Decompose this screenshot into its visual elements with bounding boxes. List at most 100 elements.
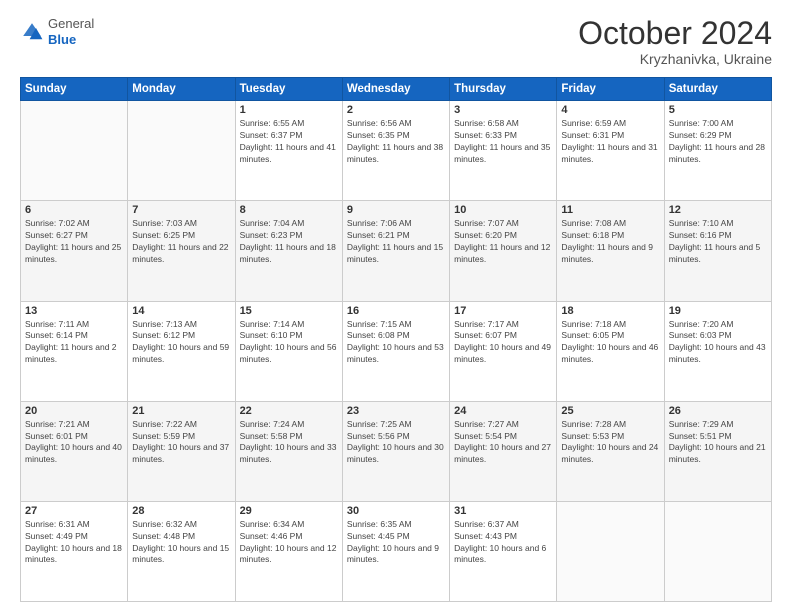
table-row: 20 Sunrise: 7:21 AM Sunset: 6:01 PM Dayli… bbox=[21, 401, 128, 501]
table-row: 26 Sunrise: 7:29 AM Sunset: 5:51 PM Dayli… bbox=[664, 401, 771, 501]
table-row: 22 Sunrise: 7:24 AM Sunset: 5:58 PM Dayli… bbox=[235, 401, 342, 501]
day-info: Sunrise: 6:32 AM Sunset: 4:48 PM Dayligh… bbox=[132, 519, 230, 567]
location: Kryzhanivka, Ukraine bbox=[578, 51, 772, 67]
day-number: 25 bbox=[561, 405, 659, 417]
day-number: 27 bbox=[25, 505, 123, 517]
day-info: Sunrise: 7:29 AM Sunset: 5:51 PM Dayligh… bbox=[669, 419, 767, 467]
table-row: 23 Sunrise: 7:25 AM Sunset: 5:56 PM Dayli… bbox=[342, 401, 449, 501]
day-info: Sunrise: 7:21 AM Sunset: 6:01 PM Dayligh… bbox=[25, 419, 123, 467]
table-row: 16 Sunrise: 7:15 AM Sunset: 6:08 PM Dayli… bbox=[342, 301, 449, 401]
calendar-header-row: Sunday Monday Tuesday Wednesday Thursday… bbox=[21, 78, 772, 101]
day-number: 6 bbox=[25, 204, 123, 216]
day-info: Sunrise: 7:03 AM Sunset: 6:25 PM Dayligh… bbox=[132, 218, 230, 266]
day-number: 15 bbox=[240, 305, 338, 317]
day-info: Sunrise: 7:06 AM Sunset: 6:21 PM Dayligh… bbox=[347, 218, 445, 266]
day-number: 23 bbox=[347, 405, 445, 417]
day-info: Sunrise: 6:31 AM Sunset: 4:49 PM Dayligh… bbox=[25, 519, 123, 567]
col-sunday: Sunday bbox=[21, 78, 128, 101]
calendar-week-row: 6 Sunrise: 7:02 AM Sunset: 6:27 PM Daylig… bbox=[21, 201, 772, 301]
calendar-table: Sunday Monday Tuesday Wednesday Thursday… bbox=[20, 77, 772, 602]
day-info: Sunrise: 7:14 AM Sunset: 6:10 PM Dayligh… bbox=[240, 319, 338, 367]
day-info: Sunrise: 6:37 AM Sunset: 4:43 PM Dayligh… bbox=[454, 519, 552, 567]
day-number: 28 bbox=[132, 505, 230, 517]
day-number: 30 bbox=[347, 505, 445, 517]
day-number: 22 bbox=[240, 405, 338, 417]
table-row: 8 Sunrise: 7:04 AM Sunset: 6:23 PM Daylig… bbox=[235, 201, 342, 301]
table-row: 21 Sunrise: 7:22 AM Sunset: 5:59 PM Dayli… bbox=[128, 401, 235, 501]
day-number: 4 bbox=[561, 104, 659, 116]
table-row: 4Sunrise: 6:59 AM Sunset: 6:31 PM Daylig… bbox=[557, 101, 664, 201]
day-info: Sunrise: 7:24 AM Sunset: 5:58 PM Dayligh… bbox=[240, 419, 338, 467]
day-number: 8 bbox=[240, 204, 338, 216]
col-thursday: Thursday bbox=[450, 78, 557, 101]
day-info: Sunrise: 7:07 AM Sunset: 6:20 PM Dayligh… bbox=[454, 218, 552, 266]
logo-blue: Blue bbox=[48, 32, 94, 48]
logo-text: General Blue bbox=[48, 16, 94, 47]
calendar-week-row: 13Sunrise: 7:11 AM Sunset: 6:14 PM Dayli… bbox=[21, 301, 772, 401]
table-row: 29Sunrise: 6:34 AM Sunset: 4:46 PM Dayli… bbox=[235, 501, 342, 601]
table-row: 30Sunrise: 6:35 AM Sunset: 4:45 PM Dayli… bbox=[342, 501, 449, 601]
day-info: Sunrise: 7:22 AM Sunset: 5:59 PM Dayligh… bbox=[132, 419, 230, 467]
day-number: 11 bbox=[561, 204, 659, 216]
day-info: Sunrise: 7:25 AM Sunset: 5:56 PM Dayligh… bbox=[347, 419, 445, 467]
day-number: 24 bbox=[454, 405, 552, 417]
logo-icon bbox=[20, 20, 44, 44]
day-number: 21 bbox=[132, 405, 230, 417]
day-info: Sunrise: 7:18 AM Sunset: 6:05 PM Dayligh… bbox=[561, 319, 659, 367]
day-number: 5 bbox=[669, 104, 767, 116]
day-number: 19 bbox=[669, 305, 767, 317]
col-saturday: Saturday bbox=[664, 78, 771, 101]
month-title: October 2024 bbox=[578, 16, 772, 51]
day-number: 17 bbox=[454, 305, 552, 317]
day-number: 16 bbox=[347, 305, 445, 317]
day-info: Sunrise: 7:27 AM Sunset: 5:54 PM Dayligh… bbox=[454, 419, 552, 467]
table-row: 2Sunrise: 6:56 AM Sunset: 6:35 PM Daylig… bbox=[342, 101, 449, 201]
table-row: 31 Sunrise: 6:37 AM Sunset: 4:43 PM Dayli… bbox=[450, 501, 557, 601]
day-number: 26 bbox=[669, 405, 767, 417]
day-info: Sunrise: 7:04 AM Sunset: 6:23 PM Dayligh… bbox=[240, 218, 338, 266]
day-info: Sunrise: 7:08 AM Sunset: 6:18 PM Dayligh… bbox=[561, 218, 659, 266]
day-number: 9 bbox=[347, 204, 445, 216]
table-row: 15 Sunrise: 7:14 AM Sunset: 6:10 PM Dayli… bbox=[235, 301, 342, 401]
table-row bbox=[21, 101, 128, 201]
table-row: 7Sunrise: 7:03 AM Sunset: 6:25 PM Daylig… bbox=[128, 201, 235, 301]
table-row: 6 Sunrise: 7:02 AM Sunset: 6:27 PM Daylig… bbox=[21, 201, 128, 301]
day-info: Sunrise: 7:20 AM Sunset: 6:03 PM Dayligh… bbox=[669, 319, 767, 367]
table-row: 12 Sunrise: 7:10 AM Sunset: 6:16 PM Dayli… bbox=[664, 201, 771, 301]
col-monday: Monday bbox=[128, 78, 235, 101]
title-block: October 2024 Kryzhanivka, Ukraine bbox=[578, 16, 772, 67]
col-tuesday: Tuesday bbox=[235, 78, 342, 101]
table-row: 17 Sunrise: 7:17 AM Sunset: 6:07 PM Dayli… bbox=[450, 301, 557, 401]
day-number: 2 bbox=[347, 104, 445, 116]
table-row: 13Sunrise: 7:11 AM Sunset: 6:14 PM Dayli… bbox=[21, 301, 128, 401]
day-info: Sunrise: 7:28 AM Sunset: 5:53 PM Dayligh… bbox=[561, 419, 659, 467]
day-number: 31 bbox=[454, 505, 552, 517]
day-number: 20 bbox=[25, 405, 123, 417]
day-info: Sunrise: 7:10 AM Sunset: 6:16 PM Dayligh… bbox=[669, 218, 767, 266]
table-row: 10Sunrise: 7:07 AM Sunset: 6:20 PM Dayli… bbox=[450, 201, 557, 301]
day-info: Sunrise: 7:15 AM Sunset: 6:08 PM Dayligh… bbox=[347, 319, 445, 367]
table-row: 27 Sunrise: 6:31 AM Sunset: 4:49 PM Dayli… bbox=[21, 501, 128, 601]
calendar-week-row: 20 Sunrise: 7:21 AM Sunset: 6:01 PM Dayli… bbox=[21, 401, 772, 501]
table-row bbox=[664, 501, 771, 601]
logo: General Blue bbox=[20, 16, 94, 47]
table-row bbox=[557, 501, 664, 601]
day-number: 12 bbox=[669, 204, 767, 216]
day-number: 18 bbox=[561, 305, 659, 317]
day-number: 29 bbox=[240, 505, 338, 517]
table-row: 19 Sunrise: 7:20 AM Sunset: 6:03 PM Dayli… bbox=[664, 301, 771, 401]
table-row: 11 Sunrise: 7:08 AM Sunset: 6:18 PM Dayli… bbox=[557, 201, 664, 301]
day-number: 3 bbox=[454, 104, 552, 116]
table-row: 5Sunrise: 7:00 AM Sunset: 6:29 PM Daylig… bbox=[664, 101, 771, 201]
col-wednesday: Wednesday bbox=[342, 78, 449, 101]
day-number: 14 bbox=[132, 305, 230, 317]
calendar-week-row: 1Sunrise: 6:55 AM Sunset: 6:37 PM Daylig… bbox=[21, 101, 772, 201]
day-info: Sunrise: 7:02 AM Sunset: 6:27 PM Dayligh… bbox=[25, 218, 123, 266]
day-info: Sunrise: 6:58 AM Sunset: 6:33 PM Dayligh… bbox=[454, 118, 552, 166]
day-info: Sunrise: 7:17 AM Sunset: 6:07 PM Dayligh… bbox=[454, 319, 552, 367]
table-row: 9 Sunrise: 7:06 AM Sunset: 6:21 PM Daylig… bbox=[342, 201, 449, 301]
day-info: Sunrise: 6:55 AM Sunset: 6:37 PM Dayligh… bbox=[240, 118, 338, 166]
day-info: Sunrise: 7:13 AM Sunset: 6:12 PM Dayligh… bbox=[132, 319, 230, 367]
col-friday: Friday bbox=[557, 78, 664, 101]
table-row: 28 Sunrise: 6:32 AM Sunset: 4:48 PM Dayli… bbox=[128, 501, 235, 601]
